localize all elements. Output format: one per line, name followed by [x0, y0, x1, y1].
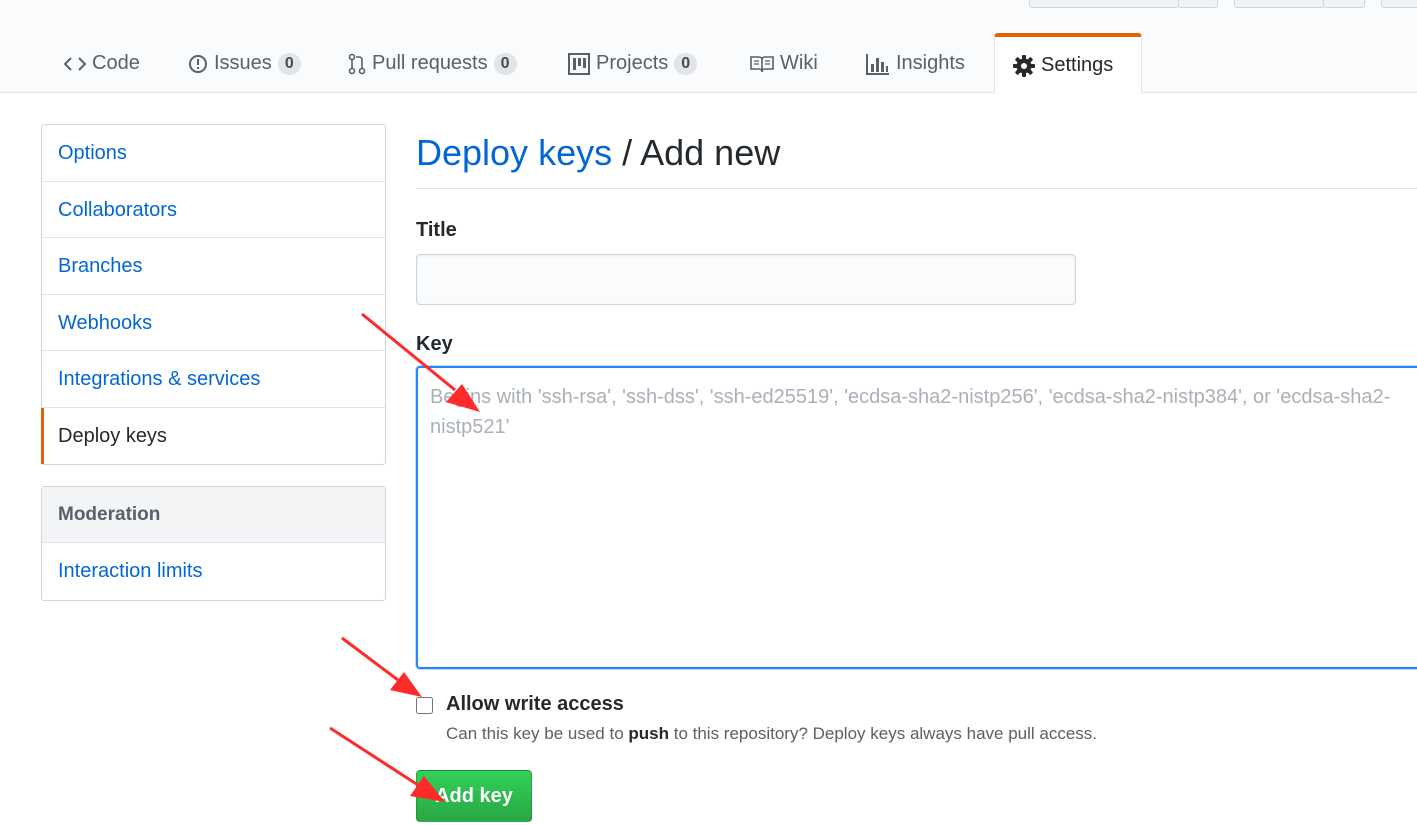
deploy-keys-breadcrumb-link[interactable]: Deploy keys — [416, 132, 612, 173]
tab-wiki[interactable]: Wiki — [732, 33, 836, 94]
issue-icon — [188, 54, 208, 74]
tab-settings[interactable]: Settings — [994, 33, 1142, 94]
book-icon — [750, 55, 774, 73]
project-icon — [568, 52, 590, 75]
tab-issues[interactable]: Issues 0 — [170, 33, 319, 94]
pull-requests-counter: 0 — [493, 52, 517, 75]
sidebar-item-deploy-keys[interactable]: Deploy keys — [41, 407, 385, 465]
note-prefix: Can this key be used to — [446, 724, 629, 743]
pull-request-icon — [348, 53, 366, 75]
header-button-count[interactable] — [1323, 0, 1365, 8]
tab-label: Pull requests — [372, 52, 488, 74]
tab-projects[interactable]: Projects 0 — [550, 33, 715, 94]
graph-icon — [866, 53, 890, 75]
allow-write-access-note: Can this key be used to push to this rep… — [446, 724, 1097, 744]
code-icon — [64, 56, 86, 72]
moderation-menu: Moderation Interaction limits — [41, 486, 386, 601]
title-input[interactable] — [416, 254, 1076, 305]
tab-label: Projects — [596, 52, 669, 74]
arrow-to-checkbox — [341, 636, 422, 697]
tab-label: Wiki — [780, 52, 818, 74]
sidebar-item-branches[interactable]: Branches — [42, 238, 385, 295]
tab-insights[interactable]: Insights — [848, 33, 983, 94]
title-label: Title — [416, 219, 457, 241]
settings-menu: Options Collaborators Branches Webhooks … — [41, 124, 386, 465]
issues-counter: 0 — [277, 52, 301, 75]
tab-pull-requests[interactable]: Pull requests 0 — [330, 33, 535, 94]
tab-label: Settings — [1041, 54, 1114, 76]
sidebar-item-interaction-limits[interactable]: Interaction limits — [42, 543, 385, 600]
page-title-rest: / Add new — [612, 132, 781, 173]
header-button[interactable] — [1381, 0, 1417, 8]
projects-counter: 0 — [674, 52, 698, 75]
header-button-count[interactable] — [1178, 0, 1218, 8]
add-key-button[interactable]: Add key — [416, 770, 532, 822]
repo-header: Code Issues 0 Pull requests 0 Projects 0 — [0, 0, 1417, 94]
key-textarea[interactable] — [416, 366, 1417, 669]
sidebar-item-webhooks[interactable]: Webhooks — [42, 295, 385, 351]
page-title: Deploy keys / Add new — [416, 126, 1417, 189]
tab-label: Issues — [214, 52, 272, 74]
header-button[interactable] — [1029, 0, 1179, 8]
sidebar-item-collaborators[interactable]: Collaborators — [42, 182, 385, 238]
gear-icon — [1013, 54, 1035, 77]
tab-code[interactable]: Code — [46, 33, 158, 94]
allow-write-access-checkbox[interactable] — [416, 697, 433, 714]
note-bold: push — [628, 724, 669, 743]
sidebar-item-integrations-services[interactable]: Integrations & services — [42, 351, 385, 408]
allow-write-access-label[interactable]: Allow write access — [446, 693, 624, 716]
key-label: Key — [416, 333, 453, 355]
header-button[interactable] — [1234, 0, 1324, 8]
tab-label: Code — [92, 52, 140, 74]
moderation-heading: Moderation — [42, 487, 385, 543]
tab-label: Insights — [896, 52, 965, 74]
note-suffix: to this repository? Deploy keys always h… — [669, 724, 1098, 743]
sidebar-item-options[interactable]: Options — [42, 125, 385, 182]
